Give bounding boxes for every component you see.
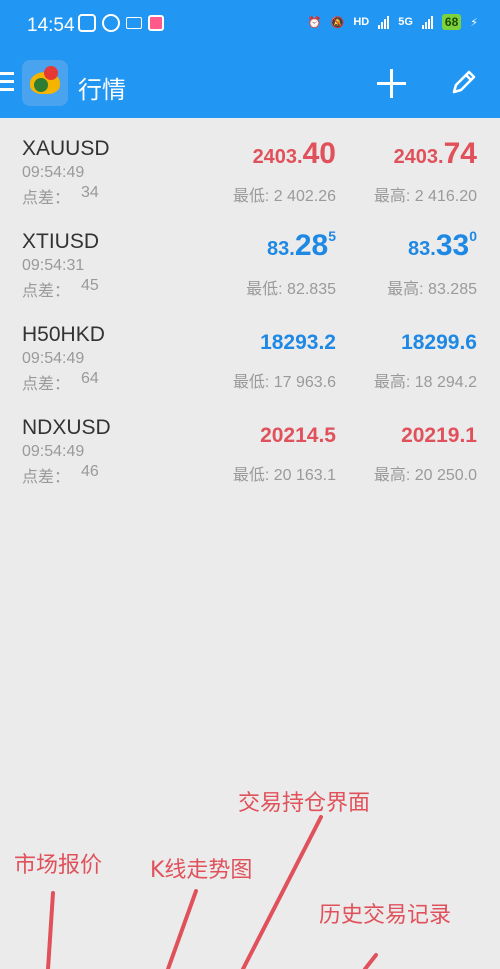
- arrow-kline: [166, 889, 198, 969]
- annotation-history: 历史交易记录: [319, 903, 452, 928]
- arrow-positions: [241, 815, 323, 969]
- arrow-history: [363, 953, 378, 969]
- annotation-positions: 交易持仓界面: [238, 791, 371, 816]
- annotation-quotes: 市场报价: [14, 853, 103, 878]
- annotation-kline: K线走势图: [150, 858, 253, 883]
- annotation-arrows: [46, 815, 378, 969]
- arrow-quotes: [46, 891, 55, 969]
